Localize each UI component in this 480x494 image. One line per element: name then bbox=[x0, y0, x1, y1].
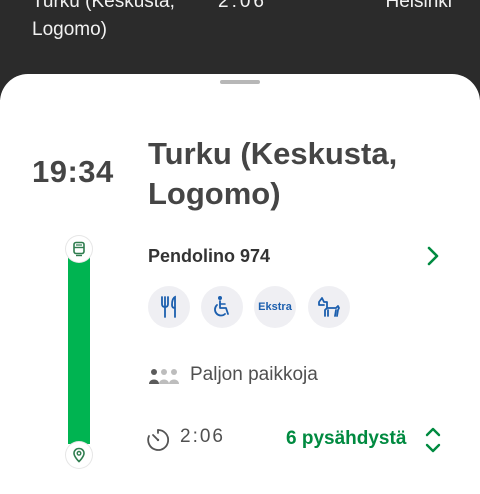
train-name: Pendolino 974 bbox=[148, 246, 271, 266]
wheelchair-icon bbox=[201, 286, 243, 328]
occupancy-icon bbox=[148, 368, 180, 391]
header-destination: Helsinki bbox=[385, 0, 452, 12]
sheet-drag-handle[interactable] bbox=[220, 80, 260, 84]
train-icon bbox=[66, 236, 92, 262]
departure-time: 19:34 bbox=[32, 154, 114, 189]
occupancy-text: Paljon paikkoja bbox=[190, 364, 318, 385]
route-line bbox=[68, 254, 90, 444]
header-duration: 2:06 bbox=[218, 0, 267, 12]
ekstra-label: Ekstra bbox=[258, 301, 292, 313]
chevron-right-icon[interactable] bbox=[420, 242, 446, 270]
bottom-sheet: 19:34 Turku (Keskusta, Logomo) Pendolino… bbox=[0, 74, 480, 494]
restaurant-icon bbox=[148, 286, 190, 328]
expand-collapse-icon[interactable] bbox=[420, 424, 446, 456]
journey-duration: 2:06 bbox=[180, 426, 225, 447]
location-pin-icon bbox=[66, 442, 92, 468]
timer-icon bbox=[146, 428, 170, 457]
departure-station: Turku (Keskusta, Logomo) bbox=[148, 136, 398, 211]
ekstra-class-badge: Ekstra bbox=[254, 286, 296, 328]
pet-icon bbox=[308, 286, 350, 328]
stops-toggle[interactable]: 6 pysähdystä bbox=[286, 428, 406, 450]
header-origin: Turku (Keskusta, Logomo) bbox=[32, 0, 175, 40]
